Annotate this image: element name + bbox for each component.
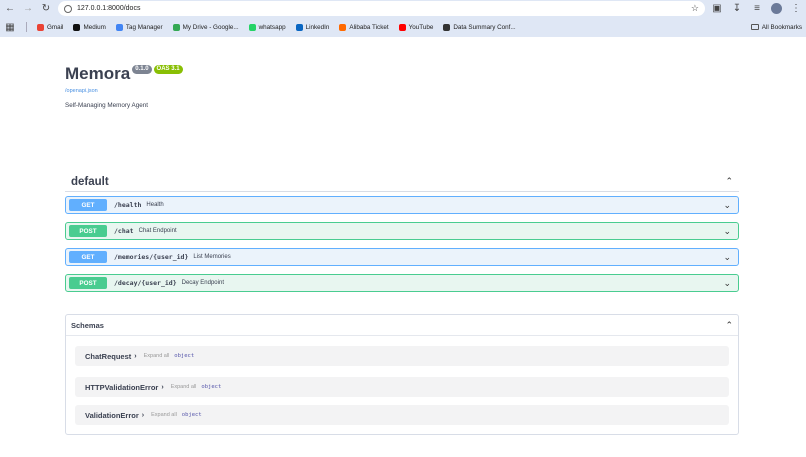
schemas-header[interactable]: Schemas ⌃ (66, 315, 738, 336)
expand-all-link[interactable]: Expand all (151, 412, 177, 418)
schema-model-row[interactable]: ValidationError › Expand all object (75, 405, 729, 425)
api-description: Self-Managing Memory Agent (65, 102, 148, 109)
browser-toolbar: ← → ↻ 127.0.0.1:8000/docs ☆ ▣ ↧ ≡ ⋮ (0, 0, 806, 17)
page-title: Memora (65, 64, 131, 83)
bookmark-item[interactable]: Medium (73, 23, 106, 31)
menu-icon[interactable]: ⋮ (790, 3, 802, 15)
chevron-down-icon[interactable]: ⌄ (723, 200, 731, 211)
model-name[interactable]: ValidationError (85, 411, 139, 420)
operation-summary: Health (146, 202, 164, 208)
folder-icon (750, 24, 759, 30)
bookmark-favicon-icon (398, 23, 406, 31)
operation-row[interactable]: POST/chat Chat Endpoint ⌄ (65, 222, 739, 240)
bookmark-label: LinkedIn (305, 23, 330, 31)
bookmark-item[interactable]: Gmail (37, 23, 64, 31)
schema-model-row[interactable]: ChatRequest › Expand all object (75, 346, 729, 366)
operation-path: /decay/{user_id} (114, 279, 177, 287)
bookmarks-bar: ▦ Gmail Medium Tag Manager My Drive - Googl… (0, 17, 806, 37)
operation-path: /chat (114, 227, 134, 235)
bookmark-favicon-icon (73, 23, 81, 31)
model-type: object (181, 412, 202, 418)
bookmark-item[interactable]: Data Summary Conf... (443, 23, 516, 31)
tag-name: default (71, 175, 109, 188)
model-name[interactable]: ChatRequest (85, 352, 131, 361)
address-bar[interactable]: 127.0.0.1:8000/docs ☆ (58, 1, 705, 16)
bookmark-item[interactable]: whatsapp (248, 23, 286, 31)
tag-header-default[interactable]: default ⌃ (65, 172, 739, 192)
method-badge: GET (69, 251, 107, 263)
swagger-page: Memora 0.1.0 OAS 3.1 /openapi.json Self-… (0, 37, 806, 457)
site-info-icon[interactable] (64, 4, 72, 13)
schemas-section: Schemas ⌃ ChatRequest › Expand all object HT… (65, 314, 739, 435)
forward-icon[interactable]: → (22, 3, 34, 15)
operation-summary: Chat Endpoint (138, 228, 177, 234)
chevron-up-icon[interactable]: ⌃ (725, 176, 733, 187)
bookmark-item[interactable]: Alibaba Ticket (339, 23, 389, 31)
chevron-right-icon[interactable]: › (142, 412, 144, 419)
bookmark-item[interactable]: YouTube (398, 23, 434, 31)
bookmark-item[interactable]: Tag Manager (115, 23, 163, 31)
operation-path: /health (114, 201, 142, 209)
openapi-json-link[interactable]: /openapi.json (65, 88, 183, 94)
model-name[interactable]: HTTPValidationError (85, 383, 158, 392)
bookmark-label: Medium (83, 23, 106, 31)
chevron-down-icon[interactable]: ⌄ (723, 252, 731, 263)
media-controls-icon[interactable]: ≡ (751, 3, 763, 15)
reload-icon[interactable]: ↻ (40, 3, 52, 15)
all-bookmarks-button[interactable]: All Bookmarks (750, 23, 802, 31)
bookmark-favicon-icon (172, 23, 180, 31)
browser-chrome: ← → ↻ 127.0.0.1:8000/docs ☆ ▣ ↧ ≡ ⋮ ▦ Gm… (0, 0, 806, 37)
apps-grid-icon[interactable]: ▦ (4, 21, 16, 33)
operation-summary: List Memories (193, 254, 231, 260)
operation-row[interactable]: GET/health Health ⌄ (65, 196, 739, 214)
operation-row[interactable]: GET/memories/{user_id} List Memories ⌄ (65, 248, 739, 266)
operation-row[interactable]: POST/decay/{user_id} Decay Endpoint ⌄ (65, 274, 739, 292)
bookmark-favicon-icon (248, 23, 256, 31)
api-info: Memora 0.1.0 OAS 3.1 /openapi.json Self-… (65, 65, 183, 109)
bookmark-label: My Drive - Google... (182, 23, 239, 31)
model-type: object (174, 353, 195, 359)
chevron-down-icon[interactable]: ⌄ (723, 226, 731, 237)
bookmark-favicon-icon (37, 23, 44, 31)
method-badge: POST (69, 277, 107, 289)
expand-all-link[interactable]: Expand all (171, 384, 197, 390)
bookmark-label: Tag Manager (125, 23, 163, 31)
schemas-title: Schemas (71, 320, 104, 330)
all-bookmarks-label: All Bookmarks (761, 23, 802, 31)
profile-avatar[interactable] (771, 3, 782, 14)
extensions-icon[interactable]: ▣ (711, 3, 723, 15)
bookmark-favicon-icon (443, 23, 451, 31)
oas-badge: OAS 3.1 (153, 65, 183, 74)
bookmark-label: Data Summary Conf... (453, 23, 516, 31)
model-type: object (201, 384, 222, 390)
bookmark-favicon-icon (115, 23, 123, 31)
bookmarks-divider (26, 22, 27, 32)
bookmark-star-icon[interactable]: ☆ (691, 3, 699, 14)
version-badge: 0.1.0 (132, 65, 152, 74)
chevron-right-icon[interactable]: › (134, 353, 136, 360)
schema-model-row[interactable]: HTTPValidationError › Expand all object (75, 377, 729, 397)
bookmark-favicon-icon (295, 23, 303, 31)
bookmark-label: Gmail (47, 23, 64, 31)
chevron-right-icon[interactable]: › (161, 384, 163, 391)
method-badge: POST (69, 225, 107, 237)
chevron-down-icon[interactable]: ⌄ (723, 278, 731, 289)
bookmark-label: Alibaba Ticket (349, 23, 389, 31)
expand-all-link[interactable]: Expand all (144, 353, 170, 359)
bookmark-item[interactable]: LinkedIn (295, 23, 330, 31)
method-badge: GET (69, 199, 107, 211)
bookmark-favicon-icon (339, 23, 347, 31)
operation-summary: Decay Endpoint (181, 280, 224, 286)
back-icon[interactable]: ← (4, 3, 16, 15)
bookmark-label: YouTube (408, 23, 434, 31)
chevron-up-icon[interactable]: ⌃ (725, 320, 733, 331)
bookmark-item[interactable]: My Drive - Google... (172, 23, 239, 31)
bookmark-label: whatsapp (258, 23, 286, 31)
url-text[interactable]: 127.0.0.1:8000/docs (77, 5, 686, 12)
operation-path: /memories/{user_id} (114, 253, 189, 261)
download-icon[interactable]: ↧ (731, 3, 743, 15)
